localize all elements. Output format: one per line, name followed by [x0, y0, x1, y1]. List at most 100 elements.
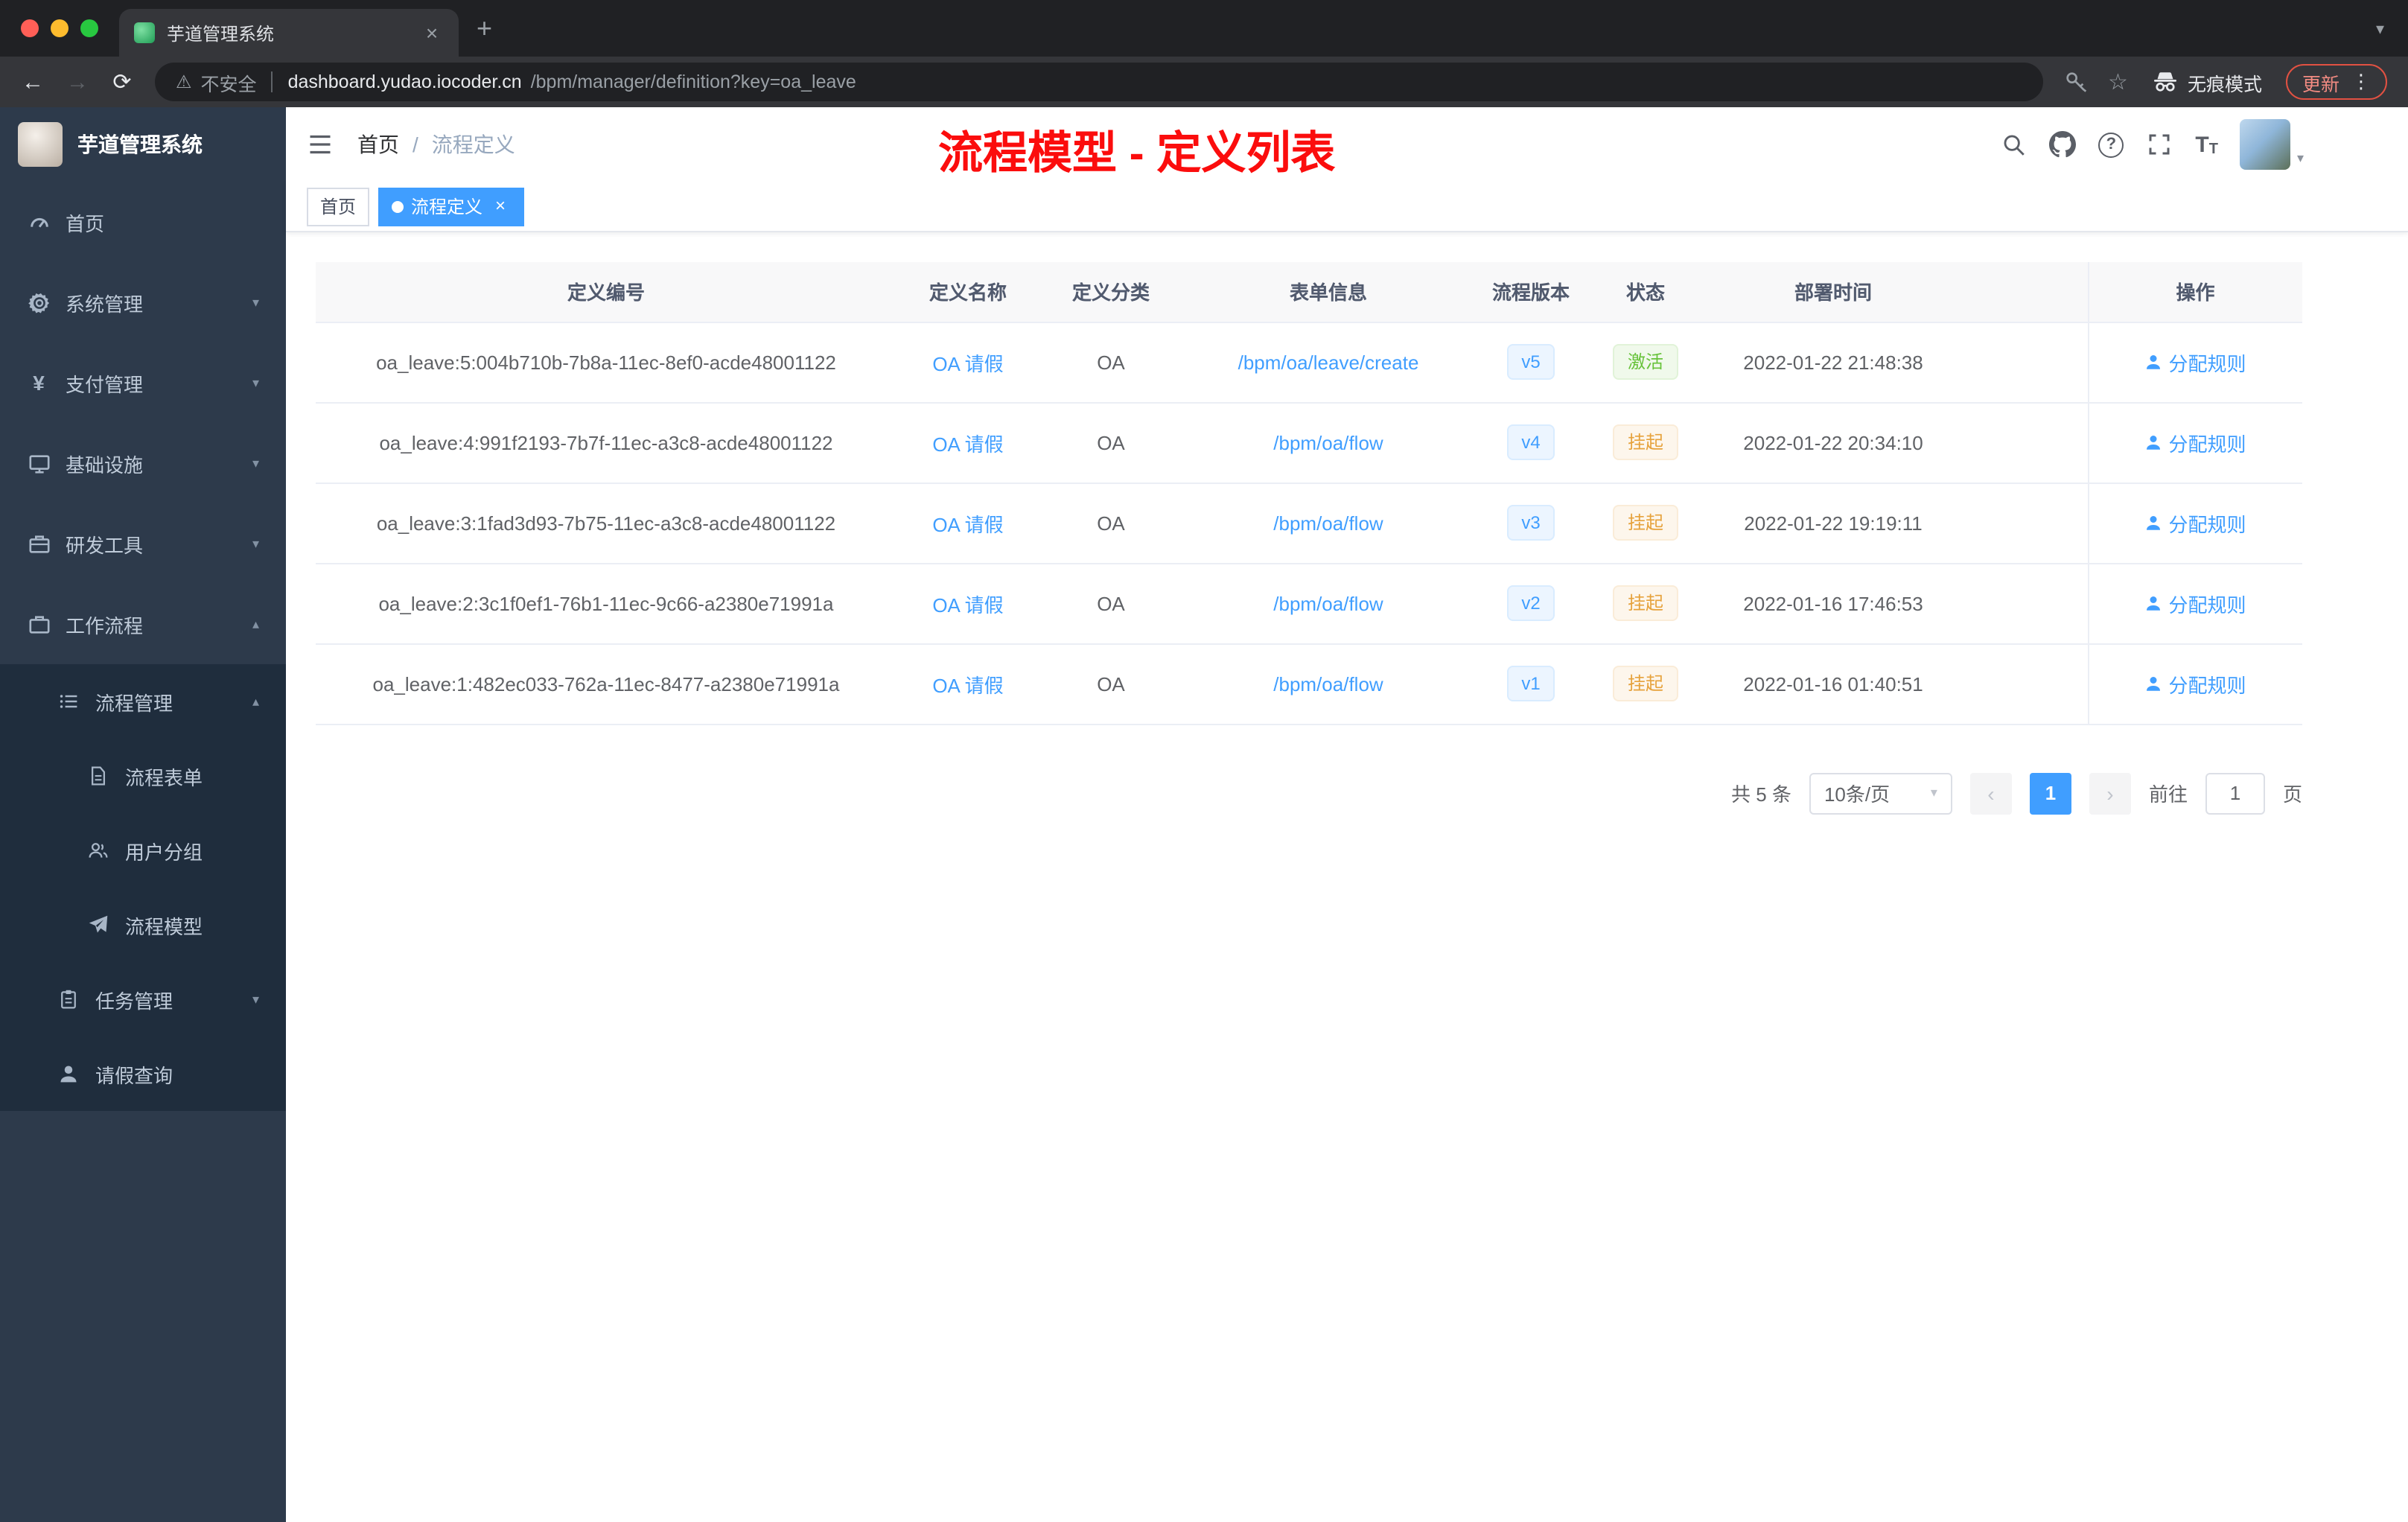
- assign-rule-link[interactable]: 分配规则: [2144, 428, 2246, 456]
- cell-deploy-time: 2022-01-22 19:19:11: [1704, 483, 1963, 564]
- browser-menu-icon[interactable]: ⋮: [2351, 70, 2371, 94]
- cell-category: OA: [1039, 483, 1182, 564]
- update-chrome-button[interactable]: 更新 ⋮: [2285, 64, 2387, 100]
- breadcrumb-separator: /: [413, 133, 418, 156]
- sidebar-item-process-model[interactable]: 流程模型: [0, 888, 286, 962]
- font-large-glyph: T: [2195, 132, 2209, 157]
- briefcase-icon: [27, 613, 51, 635]
- definition-name-link[interactable]: OA 请假: [932, 352, 1003, 375]
- sidebar-item-leave-query[interactable]: 请假查询: [0, 1037, 286, 1111]
- sidebar-item-process-management[interactable]: 流程管理 ▴: [0, 664, 286, 739]
- incognito-label: 无痕模式: [2187, 74, 2262, 95]
- incognito-badge: 无痕模式: [2140, 68, 2274, 96]
- assign-rule-link[interactable]: 分配规则: [2144, 348, 2246, 376]
- user-avatar-menu[interactable]: ▾: [2240, 119, 2304, 170]
- next-page-button[interactable]: ›: [2089, 772, 2131, 814]
- tab-search-chevron-icon[interactable]: ▾: [2352, 19, 2408, 38]
- bookmark-star-icon[interactable]: ☆: [2099, 69, 2137, 95]
- status-badge: 挂起: [1612, 666, 1678, 701]
- font-size-icon[interactable]: TT: [2195, 132, 2218, 157]
- assign-rule-link[interactable]: 分配规则: [2144, 669, 2246, 698]
- users-icon: [86, 840, 110, 861]
- version-badge: v5: [1506, 344, 1555, 380]
- form-link[interactable]: /bpm/oa/flow: [1273, 592, 1383, 614]
- browser-tab[interactable]: 芋道管理系统 ×: [119, 9, 459, 57]
- tag-close-icon[interactable]: ×: [490, 195, 511, 217]
- paper-plane-icon: [86, 914, 110, 935]
- assign-rule-label: 分配规则: [2168, 593, 2246, 616]
- definition-name-link[interactable]: OA 请假: [932, 674, 1003, 696]
- breadcrumb-home[interactable]: 首页: [357, 130, 399, 159]
- tab-close-icon[interactable]: ×: [420, 21, 444, 45]
- toolbox-icon: [27, 532, 51, 555]
- sidebar-item-label: 系统管理: [66, 293, 144, 315]
- form-link[interactable]: /bpm/oa/leave/create: [1238, 351, 1419, 373]
- sidebar-item-infrastructure[interactable]: 基础设施 ▾: [0, 423, 286, 503]
- sidebar-item-dev-tools[interactable]: 研发工具 ▾: [0, 503, 286, 584]
- tag-home[interactable]: 首页: [307, 187, 370, 226]
- column-status: 状态: [1587, 262, 1704, 322]
- sidebar-item-label: 流程表单: [125, 766, 203, 789]
- definition-name-link[interactable]: OA 请假: [932, 513, 1003, 535]
- sidebar-item-payment-management[interactable]: ¥ 支付管理 ▾: [0, 343, 286, 423]
- clipboard-icon: [57, 989, 80, 1010]
- sidebar-item-user-group[interactable]: 用户分组: [0, 813, 286, 888]
- goto-label: 前往: [2148, 783, 2188, 806]
- search-icon[interactable]: [2001, 132, 2027, 157]
- prev-page-button[interactable]: ‹: [1969, 772, 2012, 814]
- goto-page-input[interactable]: [2205, 772, 2265, 814]
- column-definition-id: 定义编号: [316, 262, 896, 322]
- app-root: 芋道管理系统 首页 系统管理 ▾ ¥ 支付管理 ▾ 基础设施 ▾ 研发工具 ▾ …: [0, 107, 2408, 1522]
- table-row: oa_leave:1:482ec033-762a-11ec-8477-a2380…: [316, 643, 2302, 725]
- sidebar-item-home[interactable]: 首页: [0, 182, 286, 262]
- assign-rule-label: 分配规则: [2168, 352, 2246, 375]
- cell-filler: [1963, 483, 2088, 564]
- help-icon[interactable]: ?: [2098, 132, 2124, 157]
- sidebar-item-system-management[interactable]: 系统管理 ▾: [0, 262, 286, 343]
- reload-button[interactable]: ⟳: [101, 61, 143, 103]
- form-link[interactable]: /bpm/oa/flow: [1273, 672, 1383, 695]
- page-size-select[interactable]: 10条/页 ▾: [1809, 772, 1952, 814]
- tag-process-definition[interactable]: 流程定义 ×: [378, 187, 525, 226]
- sidebar-item-process-form[interactable]: 流程表单: [0, 739, 286, 813]
- github-icon[interactable]: [2049, 131, 2077, 158]
- breadcrumb-current: 流程定义: [431, 133, 515, 156]
- column-process-version: 流程版本: [1474, 262, 1587, 322]
- security-label[interactable]: 不安全: [201, 68, 257, 96]
- chevron-up-icon: ▴: [252, 616, 259, 631]
- assign-rule-link[interactable]: 分配规则: [2144, 589, 2246, 617]
- gear-icon: [27, 291, 51, 313]
- sidebar-item-label: 任务管理: [95, 990, 173, 1012]
- definition-name-link[interactable]: OA 请假: [932, 593, 1003, 616]
- logo-image: [18, 122, 63, 167]
- status-badge: 挂起: [1612, 585, 1678, 621]
- url-bar[interactable]: ⚠ 不安全 dashboard.yudao.iocoder.cn /bpm/ma…: [155, 63, 2043, 101]
- fullscreen-icon[interactable]: [2146, 131, 2173, 158]
- avatar[interactable]: [2240, 119, 2291, 170]
- current-page-button[interactable]: 1: [2029, 772, 2071, 814]
- password-key-icon[interactable]: [2054, 70, 2096, 94]
- zoom-window-button[interactable]: [80, 19, 98, 37]
- forward-button[interactable]: →: [57, 61, 98, 103]
- page-unit-label: 页: [2282, 783, 2302, 806]
- chevron-down-icon: ▾: [252, 991, 259, 1006]
- minimize-window-button[interactable]: [51, 19, 69, 37]
- form-link[interactable]: /bpm/oa/flow: [1273, 512, 1383, 534]
- close-window-button[interactable]: [21, 19, 39, 37]
- back-button[interactable]: ←: [12, 61, 54, 103]
- app-logo: 芋道管理系统: [0, 107, 286, 182]
- form-link[interactable]: /bpm/oa/flow: [1273, 431, 1383, 453]
- app-header: 首页 / 流程定义 流程模型 - 定义列表 ? T T ▾: [286, 107, 2408, 182]
- definition-name-link[interactable]: OA 请假: [932, 433, 1003, 455]
- assign-rule-link[interactable]: 分配规则: [2144, 509, 2246, 537]
- select-caret-icon: ▾: [1930, 785, 1937, 800]
- hamburger-icon[interactable]: [307, 131, 334, 158]
- cell-deploy-time: 2022-01-22 21:48:38: [1704, 322, 1963, 403]
- chevron-up-icon: ▴: [252, 693, 259, 708]
- sidebar-item-task-management[interactable]: 任务管理 ▾: [0, 962, 286, 1037]
- cell-category: OA: [1039, 643, 1182, 725]
- list-icon: [57, 691, 80, 712]
- tag-label: 首页: [320, 197, 357, 217]
- new-tab-button[interactable]: +: [459, 13, 510, 44]
- sidebar-item-workflow[interactable]: 工作流程 ▴: [0, 584, 286, 664]
